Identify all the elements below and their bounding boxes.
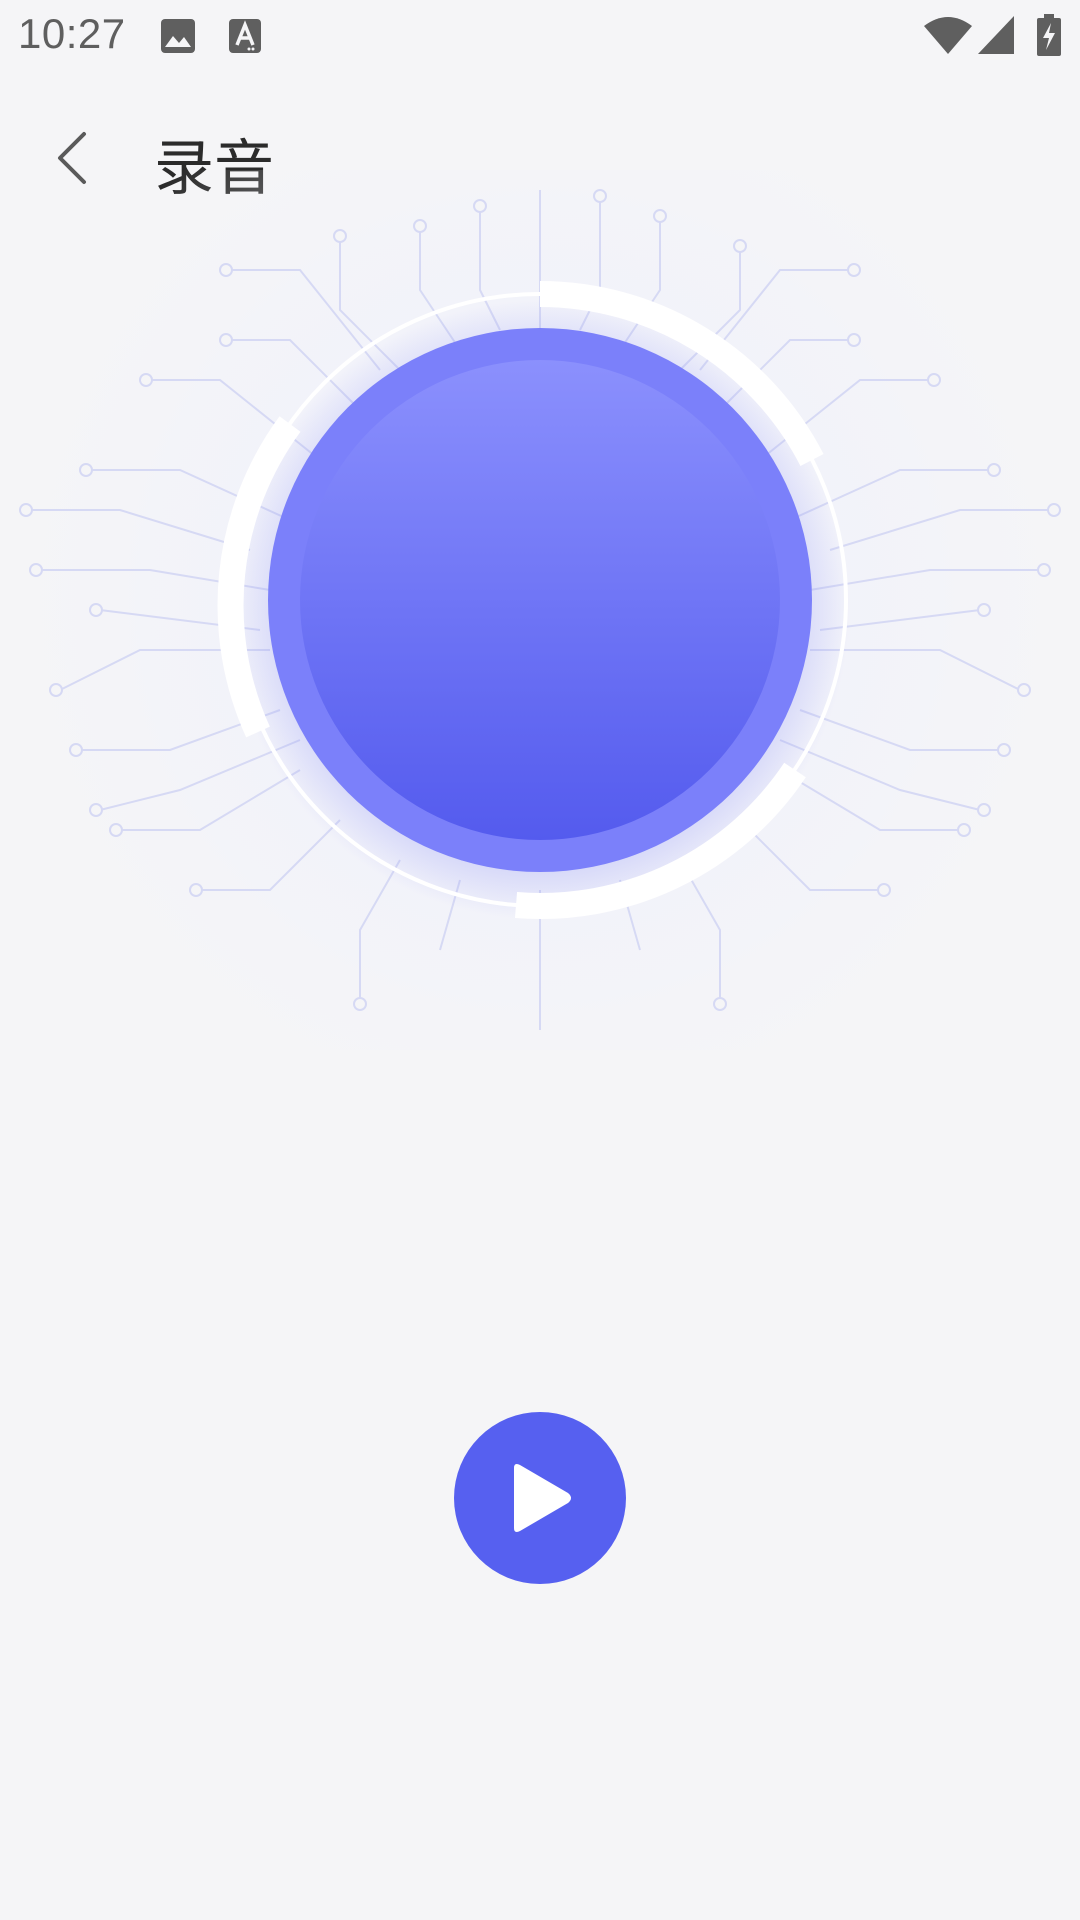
text-a-icon bbox=[228, 18, 262, 58]
status-time: 10:27 bbox=[18, 10, 126, 57]
play-icon bbox=[514, 1464, 571, 1532]
cell-signal-icon bbox=[978, 16, 1014, 58]
battery-charging-icon bbox=[1036, 14, 1062, 60]
record-visual bbox=[0, 170, 1080, 1050]
status-bar: 10:27 bbox=[0, 0, 1080, 72]
image-icon bbox=[160, 18, 196, 58]
play-button[interactable] bbox=[454, 1412, 626, 1584]
recorder-screen: 10:27 录音 bbox=[0, 0, 1080, 1920]
record-orb[interactable] bbox=[268, 328, 812, 872]
wifi-icon bbox=[924, 16, 972, 58]
